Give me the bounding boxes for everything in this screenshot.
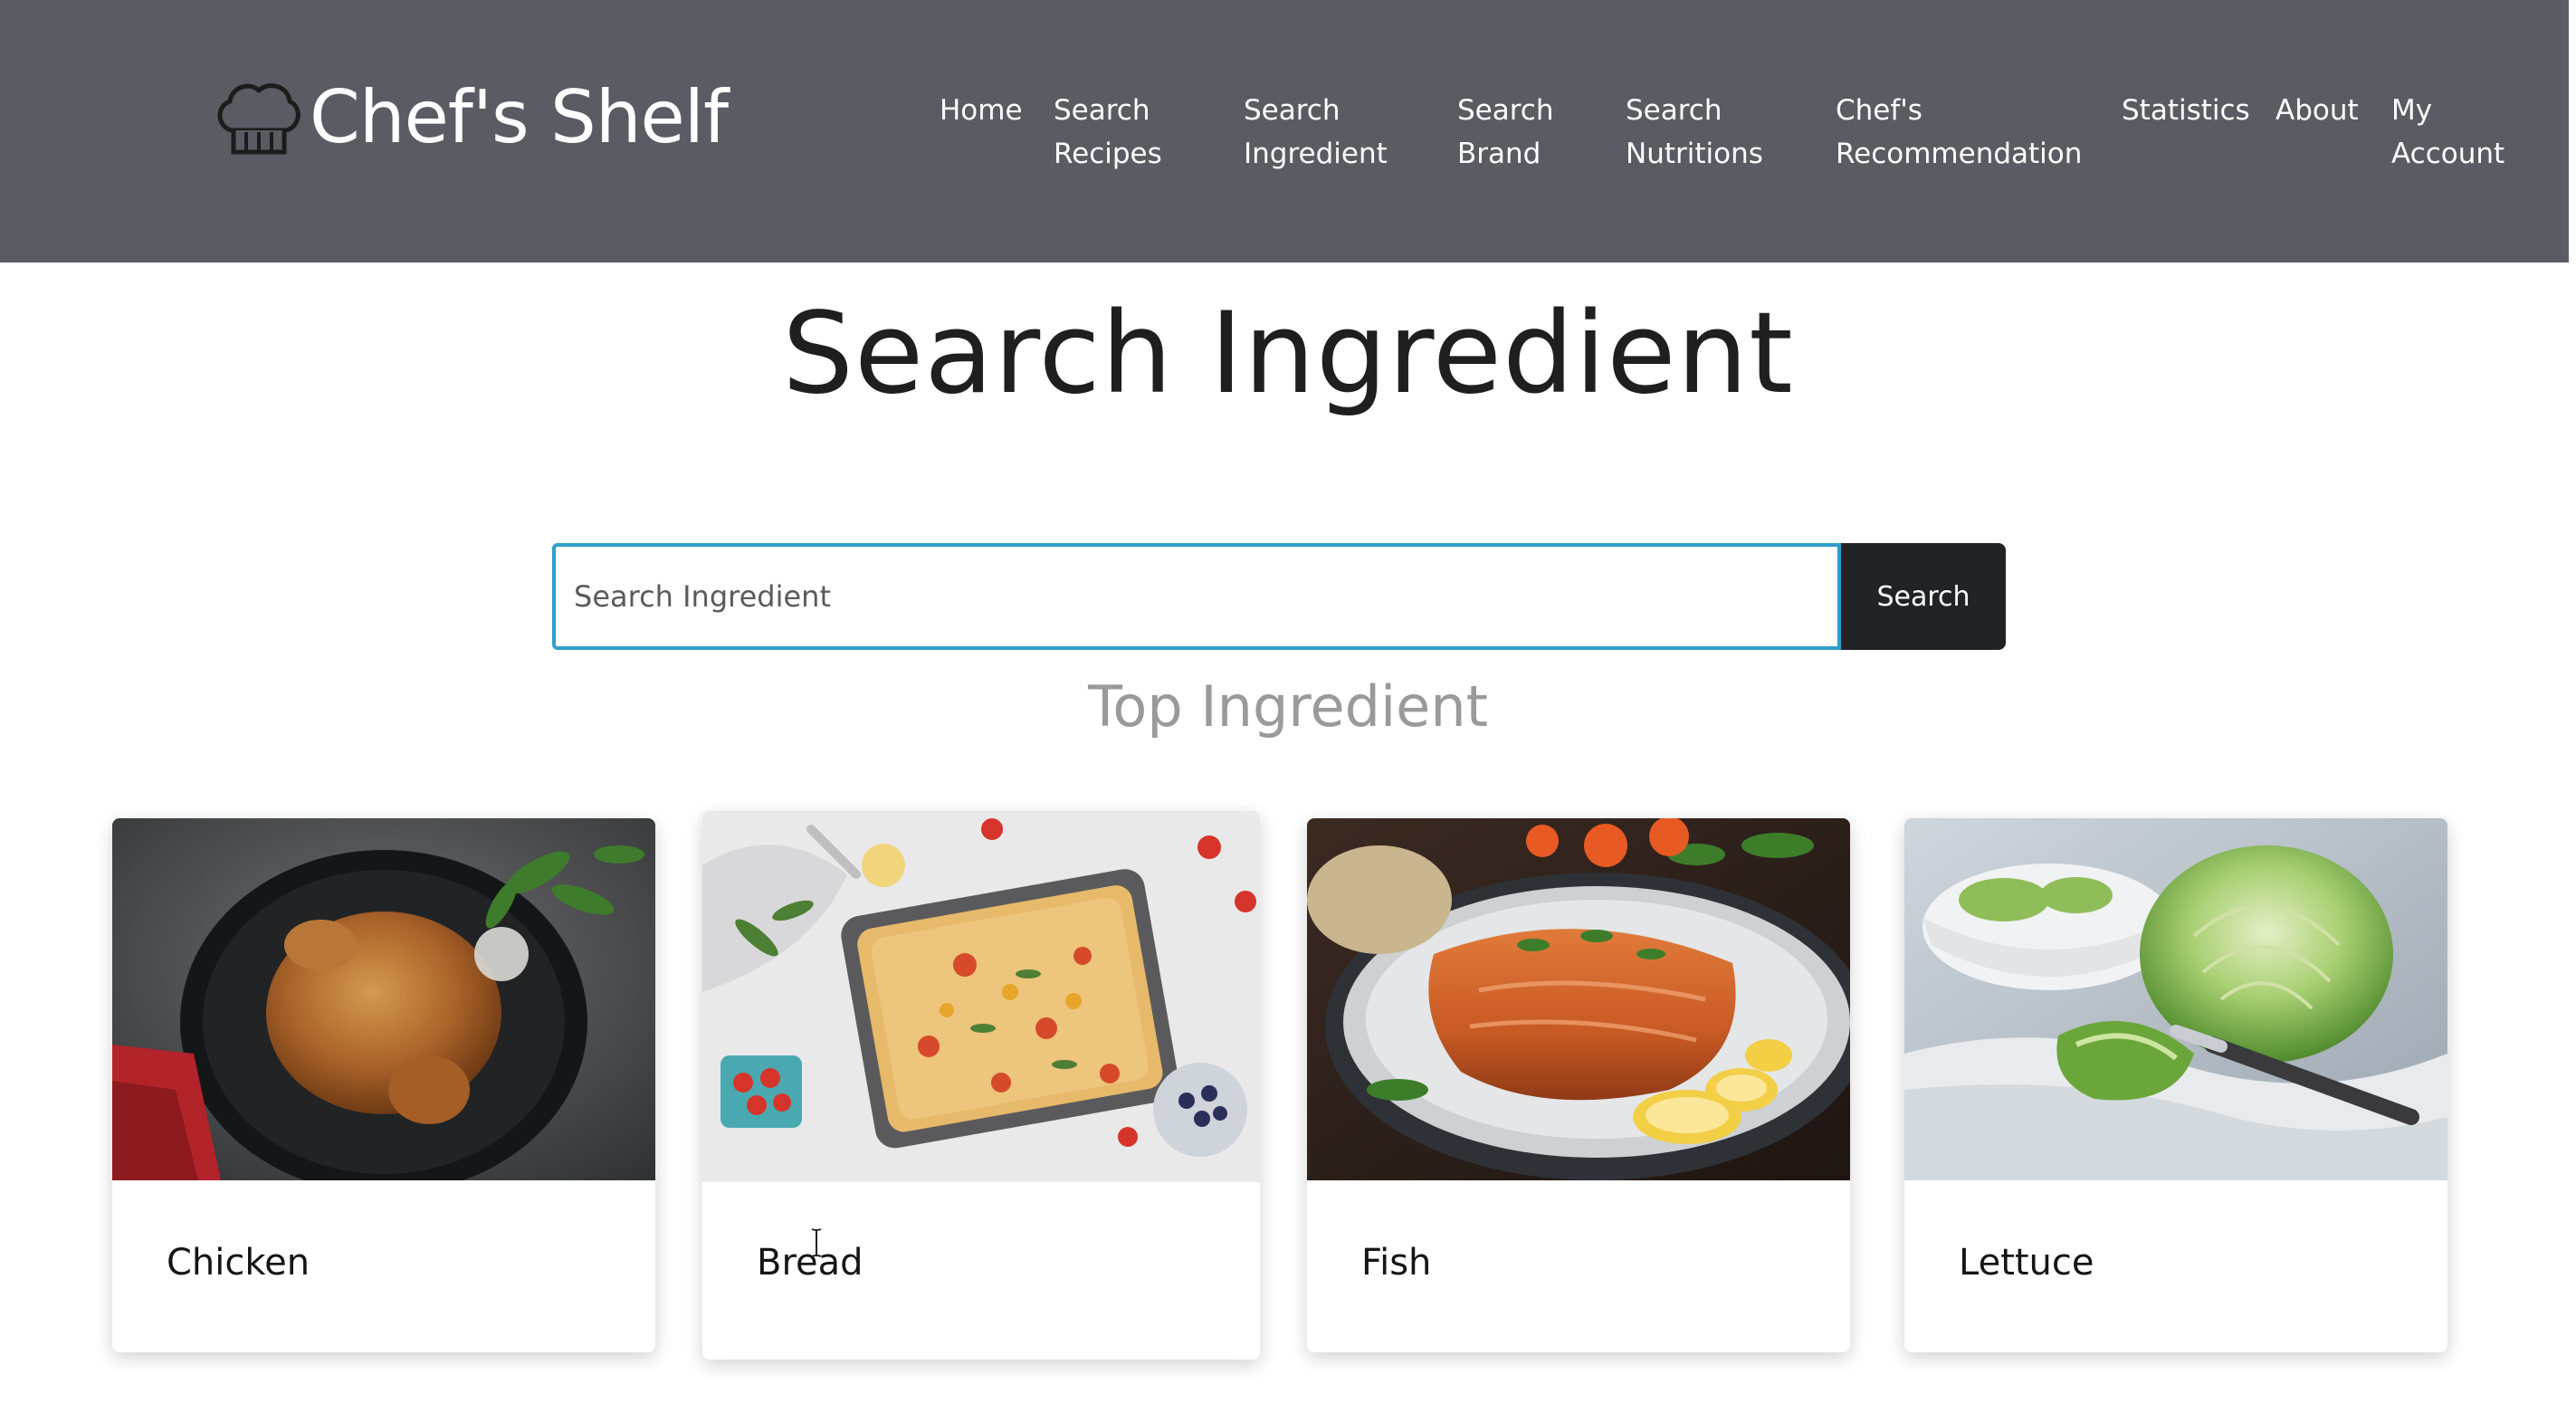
- page-title: Search Ingredient: [782, 289, 1794, 419]
- ingredient-card-fish[interactable]: Fish: [1307, 818, 1850, 1352]
- card-label: Lettuce: [1959, 1242, 2094, 1284]
- nav-search-recipes[interactable]: Search Recipes: [1054, 89, 1162, 176]
- search-button[interactable]: Search: [1841, 543, 2006, 650]
- page: Chef's Shelf Home Search Recipes Search …: [0, 0, 2576, 1403]
- brand-name: Chef's Shelf: [310, 75, 729, 159]
- nav-chefs-recommendation[interactable]: Chef's Recommendation: [1836, 89, 2082, 176]
- ingredient-card-chicken[interactable]: Chicken: [112, 818, 655, 1352]
- lettuce-image: [1904, 818, 2447, 1180]
- card-label: Chicken: [167, 1242, 310, 1284]
- search-input[interactable]: [552, 543, 1841, 650]
- nav-search-ingredient[interactable]: Search Ingredient: [1244, 89, 1388, 176]
- nav-home[interactable]: Home: [940, 89, 1023, 132]
- brand-logo[interactable]: Chef's Shelf: [212, 74, 729, 161]
- chef-hat-icon: [217, 83, 301, 155]
- nav-search-nutritions[interactable]: Search Nutritions: [1626, 89, 1763, 176]
- salmon-fillet-image: [1307, 818, 1850, 1180]
- nav-my-account[interactable]: My Account: [2391, 89, 2504, 176]
- card-label: Fish: [1361, 1242, 1432, 1284]
- nav-statistics[interactable]: Statistics: [2122, 89, 2250, 132]
- roast-chicken-image: [112, 818, 655, 1180]
- nav-about[interactable]: About: [2275, 89, 2359, 132]
- focaccia-bread-image: [702, 811, 1260, 1182]
- ingredient-card-lettuce[interactable]: Lettuce: [1904, 818, 2447, 1352]
- top-navbar: Chef's Shelf Home Search Recipes Search …: [0, 0, 2569, 262]
- ingredient-card-bread[interactable]: Bread: [702, 811, 1260, 1360]
- section-title: Top Ingredient: [1088, 673, 1488, 740]
- nav-search-brand[interactable]: Search Brand: [1457, 89, 1554, 176]
- text-cursor-icon: [811, 1228, 822, 1257]
